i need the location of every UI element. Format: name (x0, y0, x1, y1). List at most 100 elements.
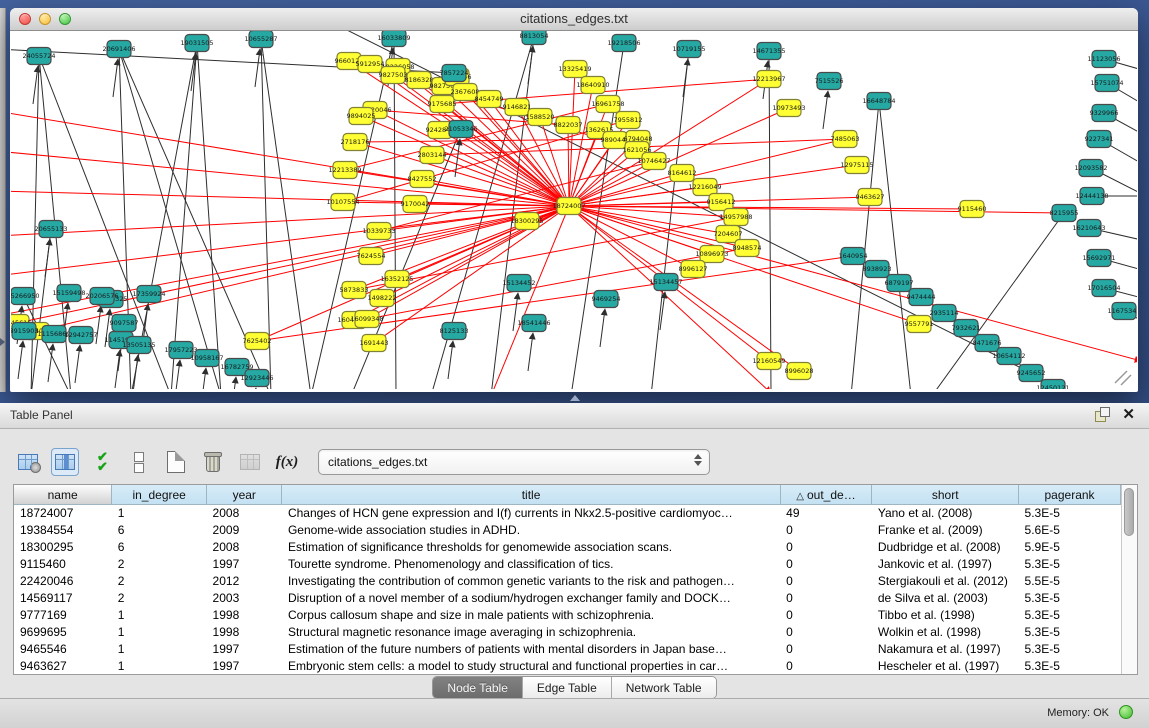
close-button[interactable] (19, 13, 31, 25)
table-cell[interactable]: 1 (112, 606, 207, 623)
graph-edge[interactable] (432, 155, 569, 206)
table-cell[interactable]: 0 (780, 623, 872, 640)
table-row[interactable]: 911546021997Tourette syndrome. Phenomeno… (14, 556, 1121, 573)
tab-edge-table[interactable]: Edge Table (522, 677, 611, 698)
table-cell[interactable]: 6 (112, 522, 207, 539)
table-cell[interactable]: 1997 (207, 556, 282, 573)
graph-edge[interactable] (823, 91, 828, 129)
scrollbar-thumb[interactable] (1124, 488, 1134, 536)
graph-edge[interactable] (569, 206, 728, 234)
graph-edge[interactable] (201, 368, 206, 389)
table-row[interactable]: 2242004622012Investigating the contribut… (14, 573, 1121, 590)
unselect-all-columns-button[interactable] (125, 448, 153, 476)
table-row[interactable]: 969969511998Structural magnetic resonanc… (14, 623, 1121, 640)
table-cell[interactable]: 2 (112, 589, 207, 606)
graph-edge[interactable] (11, 206, 569, 236)
table-cell[interactable]: 5.3E-5 (1019, 640, 1121, 657)
table-cell[interactable]: 0 (780, 522, 872, 539)
table-cell[interactable]: 1998 (207, 623, 282, 640)
table-cell[interactable]: 0 (780, 556, 872, 573)
graph-edge[interactable] (569, 206, 799, 371)
table-cell[interactable]: 9115460 (14, 556, 112, 573)
table-row[interactable]: 946362711997Embryonic stem cells: a mode… (14, 657, 1121, 674)
column-header-year[interactable]: year (207, 485, 282, 505)
table-cell[interactable]: de Silva et al. (2003) (872, 589, 1019, 606)
table-mode-button[interactable] (14, 448, 42, 476)
table-row[interactable]: 977716911998Corpus callosum shape and si… (14, 606, 1121, 623)
table-cell[interactable]: 0 (780, 573, 872, 590)
delete-column-button[interactable] (199, 448, 227, 476)
table-cell[interactable]: Genome-wide association studies in ADHD. (282, 522, 780, 539)
tab-network-table[interactable]: Network Table (611, 677, 716, 698)
table-selector-dropdown[interactable]: citations_edges.txt (318, 449, 710, 475)
graph-edge[interactable] (18, 341, 23, 379)
new-column-button[interactable] (162, 448, 190, 476)
graph-edge[interactable] (651, 49, 689, 389)
column-header-title[interactable]: title (282, 485, 780, 505)
table-cell[interactable]: 5.5E-5 (1019, 573, 1121, 590)
window-titlebar[interactable]: citations_edges.txt (10, 8, 1138, 31)
float-panel-icon[interactable] (1095, 407, 1110, 422)
graph-edge[interactable] (113, 59, 118, 97)
graph-edge[interactable] (769, 51, 771, 389)
graph-edge[interactable] (133, 355, 138, 389)
graph-edge[interactable] (600, 309, 605, 347)
column-header-short[interactable]: short (872, 485, 1019, 505)
graph-edge[interactable] (367, 248, 747, 319)
table-cell[interactable]: 9699695 (14, 623, 112, 640)
table-cell[interactable]: 5.3E-5 (1019, 505, 1121, 522)
column-header-pagerank[interactable]: pagerank (1019, 485, 1121, 505)
table-cell[interactable]: 2 (112, 556, 207, 573)
table-cell[interactable]: 5.6E-5 (1019, 522, 1121, 539)
table-row[interactable]: 1872400712008Changes of HCN gene express… (14, 505, 1121, 522)
memory-ok-indicator[interactable] (1119, 705, 1133, 719)
table-cell[interactable]: Dudbridge et al. (2008) (872, 539, 1019, 556)
table-cell[interactable]: Tibbo et al. (1998) (872, 606, 1019, 623)
table-cell[interactable]: 5.3E-5 (1019, 606, 1121, 623)
table-cell[interactable]: 0 (780, 539, 872, 556)
table-cell[interactable]: 18300295 (14, 539, 112, 556)
table-cell[interactable]: Investigating the contribution of common… (282, 573, 780, 590)
table-cell[interactable]: 19384554 (14, 522, 112, 539)
table-cell[interactable]: Yano et al. (2008) (872, 505, 1019, 522)
select-all-columns-button[interactable]: ✔✔ (88, 448, 116, 476)
table-cell[interactable]: 0 (780, 606, 872, 623)
graph-edge[interactable] (175, 360, 180, 389)
table-cell[interactable]: Changes of HCN gene expression and I(f) … (282, 505, 780, 522)
show-columns-button[interactable] (51, 448, 79, 476)
table-cell[interactable]: 5.3E-5 (1019, 589, 1121, 606)
table-cell[interactable]: Hescheler et al. (1997) (872, 657, 1019, 674)
table-cell[interactable]: Stergiakouli et al. (2012) (872, 573, 1019, 590)
table-cell[interactable]: Structural magnetic resonance image aver… (282, 623, 780, 640)
table-cell[interactable]: Jankovic et al. (1997) (872, 556, 1019, 573)
table-cell[interactable]: 1 (112, 640, 207, 657)
table-cell[interactable]: 1 (112, 657, 207, 674)
graph-edge[interactable] (683, 59, 688, 97)
table-cell[interactable]: 0 (780, 657, 872, 674)
tab-node-table[interactable]: Node Table (433, 677, 522, 698)
graph-edge[interactable] (231, 377, 236, 389)
table-cell[interactable]: Estimation of the future numbers of pati… (282, 640, 780, 657)
table-cell[interactable]: Wolkin et al. (1998) (872, 623, 1019, 640)
graph-edge[interactable] (569, 206, 1064, 213)
table-row[interactable]: 946554611997Estimation of the future num… (14, 640, 1121, 657)
table-cell[interactable]: Embryonic stem cells: a model to study s… (282, 657, 780, 674)
table-cell[interactable]: 5.3E-5 (1019, 657, 1121, 674)
column-header-name[interactable]: name (14, 485, 112, 505)
table-cell[interactable]: 0 (780, 589, 872, 606)
table-cell[interactable]: 49 (780, 505, 872, 522)
table-cell[interactable]: 1998 (207, 606, 282, 623)
graph-edge[interactable] (448, 341, 453, 379)
table-cell[interactable]: Franke et al. (2009) (872, 522, 1019, 539)
table-cell[interactable]: Corpus callosum shape and size in male p… (282, 606, 780, 623)
minimize-button[interactable] (39, 13, 51, 25)
table-cell[interactable]: 1 (112, 505, 207, 522)
table-cell[interactable]: 6 (112, 539, 207, 556)
graph-edge[interactable] (33, 66, 38, 104)
table-cell[interactable]: 2003 (207, 589, 282, 606)
table-cell[interactable]: 5.3E-5 (1019, 556, 1121, 573)
table-cell[interactable]: 2012 (207, 573, 282, 590)
table-cell[interactable]: 22420046 (14, 573, 112, 590)
close-panel-icon[interactable]: ✕ (1122, 407, 1135, 422)
table-cell[interactable]: 2 (112, 573, 207, 590)
